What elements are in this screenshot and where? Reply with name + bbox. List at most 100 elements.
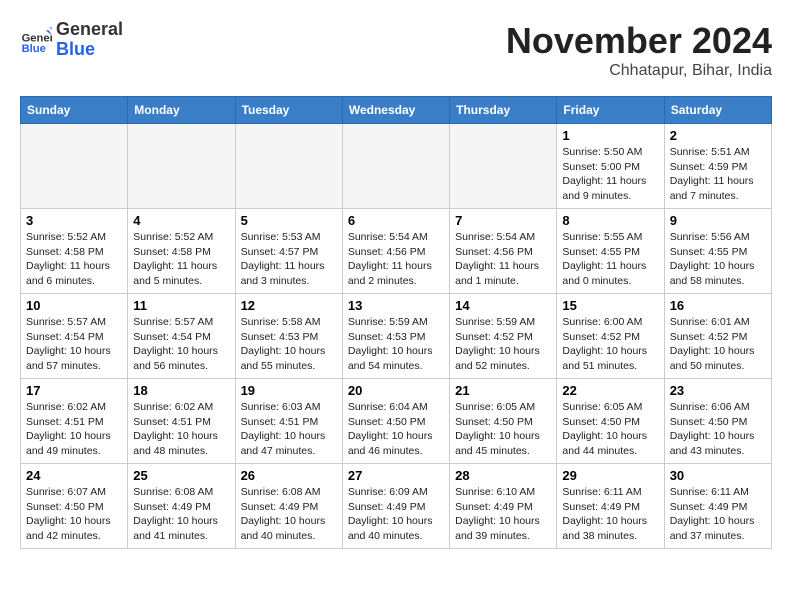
page-header: General Blue General Blue November 2024 … [20,20,772,80]
day-info: Sunrise: 5:59 AM Sunset: 4:52 PM Dayligh… [455,315,551,374]
day-number: 11 [133,298,229,313]
calendar-cell: 29 Sunrise: 6:11 AM Sunset: 4:49 PM Dayli… [557,464,664,549]
week-row: 3 Sunrise: 5:52 AM Sunset: 4:58 PM Daylig… [21,209,772,294]
logo-general-text: General [56,20,123,40]
location-text: Chhatapur, Bihar, India [506,62,772,80]
day-number: 27 [348,468,444,483]
day-number: 8 [562,213,658,228]
calendar-cell [342,124,449,209]
calendar-cell: 2Sunrise: 5:51 AM Sunset: 4:59 PM Daylig… [664,124,771,209]
calendar-cell: 26 Sunrise: 6:08 AM Sunset: 4:49 PM Dayli… [235,464,342,549]
calendar-cell: 21Sunrise: 6:05 AM Sunset: 4:50 PM Dayli… [450,379,557,464]
calendar-cell: 6 Sunrise: 5:54 AM Sunset: 4:56 PM Daylig… [342,209,449,294]
calendar-cell [128,124,235,209]
day-info: Sunrise: 6:01 AM Sunset: 4:52 PM Dayligh… [670,315,766,374]
calendar-cell: 4 Sunrise: 5:52 AM Sunset: 4:58 PM Daylig… [128,209,235,294]
day-info: Sunrise: 5:57 AM Sunset: 4:54 PM Dayligh… [133,315,229,374]
week-row: 1Sunrise: 5:50 AM Sunset: 5:00 PM Daylig… [21,124,772,209]
day-info: Sunrise: 5:52 AM Sunset: 4:58 PM Dayligh… [26,230,122,289]
logo-icon: General Blue [20,24,52,56]
day-info: Sunrise: 6:09 AM Sunset: 4:49 PM Dayligh… [348,485,444,544]
calendar-cell: 23 Sunrise: 6:06 AM Sunset: 4:50 PM Dayli… [664,379,771,464]
day-number: 5 [241,213,337,228]
day-info: Sunrise: 5:50 AM Sunset: 5:00 PM Dayligh… [562,145,658,204]
day-info: Sunrise: 6:02 AM Sunset: 4:51 PM Dayligh… [133,400,229,459]
day-info: Sunrise: 6:03 AM Sunset: 4:51 PM Dayligh… [241,400,337,459]
day-number: 2 [670,128,766,143]
day-number: 17 [26,383,122,398]
day-info: Sunrise: 5:56 AM Sunset: 4:55 PM Dayligh… [670,230,766,289]
calendar-cell: 20 Sunrise: 6:04 AM Sunset: 4:50 PM Dayli… [342,379,449,464]
logo-blue-text: Blue [56,40,123,60]
calendar-cell: 14 Sunrise: 5:59 AM Sunset: 4:52 PM Dayli… [450,294,557,379]
day-info: Sunrise: 6:10 AM Sunset: 4:49 PM Dayligh… [455,485,551,544]
day-number: 15 [562,298,658,313]
day-info: Sunrise: 5:54 AM Sunset: 4:56 PM Dayligh… [348,230,444,289]
calendar-cell: 24 Sunrise: 6:07 AM Sunset: 4:50 PM Dayli… [21,464,128,549]
calendar-cell: 3 Sunrise: 5:52 AM Sunset: 4:58 PM Daylig… [21,209,128,294]
day-number: 22 [562,383,658,398]
day-number: 10 [26,298,122,313]
day-number: 7 [455,213,551,228]
calendar-cell: 18Sunrise: 6:02 AM Sunset: 4:51 PM Dayli… [128,379,235,464]
day-number: 25 [133,468,229,483]
day-number: 3 [26,213,122,228]
day-number: 26 [241,468,337,483]
day-info: Sunrise: 6:05 AM Sunset: 4:50 PM Dayligh… [455,400,551,459]
day-number: 24 [26,468,122,483]
title-block: November 2024 Chhatapur, Bihar, India [506,20,772,80]
calendar-cell: 5 Sunrise: 5:53 AM Sunset: 4:57 PM Daylig… [235,209,342,294]
day-info: Sunrise: 6:08 AM Sunset: 4:49 PM Dayligh… [133,485,229,544]
calendar-cell: 10 Sunrise: 5:57 AM Sunset: 4:54 PM Dayli… [21,294,128,379]
calendar-cell: 27 Sunrise: 6:09 AM Sunset: 4:49 PM Dayli… [342,464,449,549]
weekday-header: Monday [128,97,235,124]
calendar-table: SundayMondayTuesdayWednesdayThursdayFrid… [20,96,772,549]
day-info: Sunrise: 5:55 AM Sunset: 4:55 PM Dayligh… [562,230,658,289]
day-number: 16 [670,298,766,313]
calendar-cell: 9 Sunrise: 5:56 AM Sunset: 4:55 PM Daylig… [664,209,771,294]
day-number: 4 [133,213,229,228]
calendar-cell: 22 Sunrise: 6:05 AM Sunset: 4:50 PM Dayli… [557,379,664,464]
weekday-header: Wednesday [342,97,449,124]
week-row: 24 Sunrise: 6:07 AM Sunset: 4:50 PM Dayli… [21,464,772,549]
day-info: Sunrise: 6:11 AM Sunset: 4:49 PM Dayligh… [670,485,766,544]
day-info: Sunrise: 5:57 AM Sunset: 4:54 PM Dayligh… [26,315,122,374]
calendar-cell: 28 Sunrise: 6:10 AM Sunset: 4:49 PM Dayli… [450,464,557,549]
weekday-header: Thursday [450,97,557,124]
day-info: Sunrise: 5:52 AM Sunset: 4:58 PM Dayligh… [133,230,229,289]
calendar-cell: 13 Sunrise: 5:59 AM Sunset: 4:53 PM Dayli… [342,294,449,379]
logo: General Blue General Blue [20,20,123,60]
week-row: 17 Sunrise: 6:02 AM Sunset: 4:51 PM Dayli… [21,379,772,464]
day-info: Sunrise: 5:53 AM Sunset: 4:57 PM Dayligh… [241,230,337,289]
day-info: Sunrise: 5:59 AM Sunset: 4:53 PM Dayligh… [348,315,444,374]
month-title: November 2024 [506,20,772,62]
day-info: Sunrise: 6:05 AM Sunset: 4:50 PM Dayligh… [562,400,658,459]
day-number: 23 [670,383,766,398]
day-number: 20 [348,383,444,398]
calendar-cell [21,124,128,209]
calendar-cell: 8 Sunrise: 5:55 AM Sunset: 4:55 PM Daylig… [557,209,664,294]
day-number: 30 [670,468,766,483]
day-number: 9 [670,213,766,228]
weekday-header-row: SundayMondayTuesdayWednesdayThursdayFrid… [21,97,772,124]
calendar-cell: 17 Sunrise: 6:02 AM Sunset: 4:51 PM Dayli… [21,379,128,464]
day-number: 13 [348,298,444,313]
day-info: Sunrise: 6:08 AM Sunset: 4:49 PM Dayligh… [241,485,337,544]
calendar-cell: 12Sunrise: 5:58 AM Sunset: 4:53 PM Dayli… [235,294,342,379]
day-number: 14 [455,298,551,313]
day-info: Sunrise: 5:54 AM Sunset: 4:56 PM Dayligh… [455,230,551,289]
day-number: 19 [241,383,337,398]
day-number: 28 [455,468,551,483]
day-info: Sunrise: 6:06 AM Sunset: 4:50 PM Dayligh… [670,400,766,459]
day-info: Sunrise: 6:07 AM Sunset: 4:50 PM Dayligh… [26,485,122,544]
day-number: 6 [348,213,444,228]
calendar-cell: 30 Sunrise: 6:11 AM Sunset: 4:49 PM Dayli… [664,464,771,549]
day-info: Sunrise: 6:11 AM Sunset: 4:49 PM Dayligh… [562,485,658,544]
calendar-cell: 1Sunrise: 5:50 AM Sunset: 5:00 PM Daylig… [557,124,664,209]
svg-text:Blue: Blue [22,43,46,55]
day-number: 29 [562,468,658,483]
day-info: Sunrise: 6:04 AM Sunset: 4:50 PM Dayligh… [348,400,444,459]
weekday-header: Tuesday [235,97,342,124]
day-info: Sunrise: 6:02 AM Sunset: 4:51 PM Dayligh… [26,400,122,459]
week-row: 10 Sunrise: 5:57 AM Sunset: 4:54 PM Dayli… [21,294,772,379]
